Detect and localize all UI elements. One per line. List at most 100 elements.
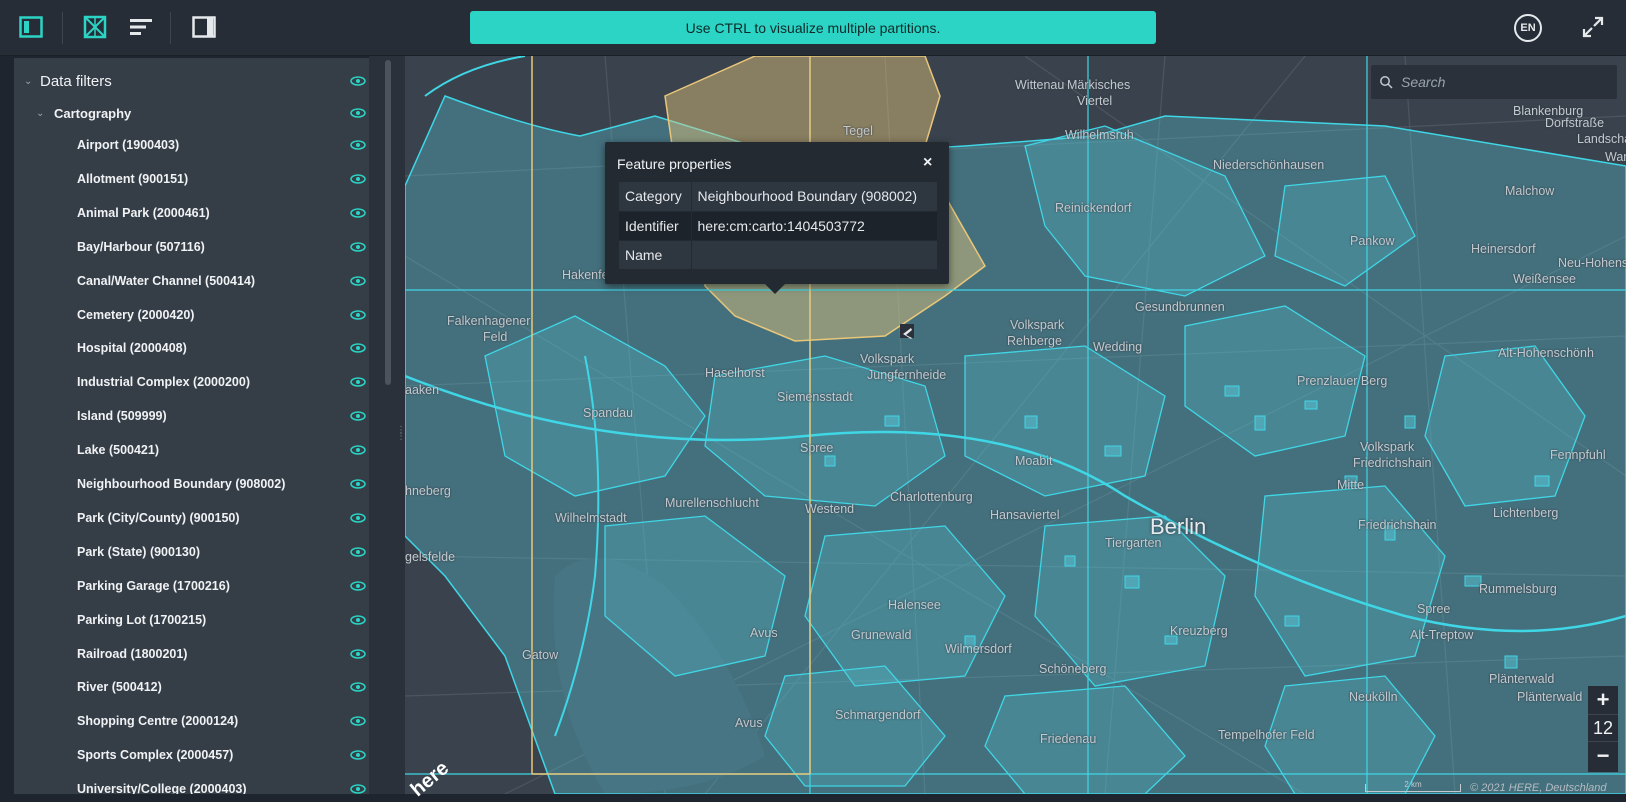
map-label: Friedenau bbox=[1040, 732, 1097, 746]
filter-item[interactable]: Neighbourhood Boundary (908002) bbox=[14, 469, 369, 499]
filter-group-cartography[interactable]: ⌄ Cartography bbox=[14, 98, 369, 128]
fullscreen-icon[interactable] bbox=[1580, 14, 1606, 40]
property-key: Category bbox=[619, 182, 692, 212]
filter-item-label: Hospital (2000408) bbox=[77, 341, 187, 356]
list-icon[interactable] bbox=[128, 14, 154, 40]
eye-icon[interactable] bbox=[350, 241, 366, 252]
data-filters-header[interactable]: ⌄ Data filters bbox=[14, 66, 369, 96]
map-label: Viertel bbox=[1077, 94, 1113, 108]
resize-handle-icon[interactable]: ⋮ ⋮ bbox=[396, 426, 406, 446]
popup-title: Feature properties bbox=[617, 156, 732, 172]
map-label: Lichtenberg bbox=[1493, 506, 1559, 520]
filter-item[interactable]: Sports Complex (2000457) bbox=[14, 740, 369, 770]
panel-right-icon[interactable] bbox=[191, 14, 217, 40]
map-label: Gatow bbox=[522, 648, 559, 662]
chevron-down-icon[interactable]: ⌄ bbox=[36, 108, 44, 119]
eye-icon[interactable] bbox=[350, 108, 366, 118]
filter-item-label: Canal/Water Channel (500414) bbox=[77, 273, 256, 288]
search-input[interactable] bbox=[1401, 74, 1601, 90]
language-button[interactable]: EN bbox=[1514, 14, 1542, 42]
eye-icon[interactable] bbox=[350, 445, 366, 455]
map-label: Plänterwald bbox=[1517, 690, 1583, 704]
map-label: aaken bbox=[405, 383, 440, 397]
search-box[interactable] bbox=[1371, 65, 1617, 99]
map-canvas[interactable] bbox=[405, 56, 1626, 794]
close-icon[interactable]: × bbox=[923, 154, 932, 172]
filter-item[interactable]: Airport (1900403) bbox=[14, 130, 369, 160]
eye-icon[interactable] bbox=[350, 309, 366, 320]
map-label: Niederschönhausen bbox=[1213, 158, 1325, 172]
filter-item[interactable]: Lake (500421) bbox=[14, 435, 369, 465]
map-label: Falkenhagener bbox=[447, 314, 531, 328]
map-label: Weißensee bbox=[1513, 272, 1576, 286]
map-label: Moabit bbox=[1015, 454, 1053, 468]
eye-icon[interactable] bbox=[350, 377, 366, 388]
chevron-down-icon[interactable]: ⌄ bbox=[24, 76, 32, 87]
filter-item[interactable]: Canal/Water Channel (500414) bbox=[14, 266, 369, 296]
zoom-out-button[interactable]: − bbox=[1588, 742, 1618, 770]
map-label: Neu-Hohenschö bbox=[1558, 256, 1626, 270]
eye-icon[interactable] bbox=[350, 275, 366, 286]
zoom-in-button[interactable]: + bbox=[1588, 686, 1618, 714]
filter-item[interactable]: Railroad (1800201) bbox=[14, 639, 369, 669]
info-banner: Use CTRL to visualize multiple partition… bbox=[470, 11, 1156, 44]
map-label: Feld bbox=[483, 330, 508, 344]
filter-item[interactable]: University/College (2000403) bbox=[14, 774, 369, 794]
filter-item-label: Lake (500421) bbox=[77, 443, 160, 458]
filter-item[interactable]: Park (State) (900130) bbox=[14, 537, 369, 567]
filter-item-label: Bay/Harbour (507116) bbox=[77, 239, 205, 254]
eye-icon[interactable] bbox=[350, 208, 366, 218]
partition-grid-icon[interactable] bbox=[82, 14, 108, 40]
eye-icon[interactable] bbox=[350, 716, 366, 727]
filter-item[interactable]: Parking Garage (1700216) bbox=[14, 571, 369, 601]
property-key: Name bbox=[619, 240, 692, 270]
map-label: Spree bbox=[1417, 602, 1451, 616]
filter-item-label: Park (State) (900130) bbox=[77, 544, 200, 559]
filter-item[interactable]: River (500412) bbox=[14, 672, 369, 702]
map-label: Wilmersdorf bbox=[945, 642, 1012, 656]
filter-item[interactable]: Allotment (900151) bbox=[14, 164, 369, 194]
eye-icon[interactable] bbox=[350, 479, 366, 489]
filter-item-label: Parking Garage (1700216) bbox=[77, 578, 230, 593]
eye-icon[interactable] bbox=[350, 750, 366, 760]
filter-item[interactable]: Shopping Centre (2000124) bbox=[14, 706, 369, 736]
eye-icon[interactable] bbox=[350, 513, 366, 523]
eye-icon[interactable] bbox=[350, 784, 366, 794]
eye-icon[interactable] bbox=[350, 411, 366, 421]
map-label: Schmargendorf bbox=[835, 708, 921, 722]
property-value: here:cm:carto:1404503772 bbox=[691, 211, 937, 241]
table-row: Name bbox=[619, 240, 937, 270]
filter-item[interactable]: Industrial Complex (2000200) bbox=[14, 367, 369, 397]
map-label: Volkspark bbox=[860, 352, 915, 366]
data-filters-title: Data filters bbox=[40, 72, 112, 90]
eye-icon[interactable] bbox=[350, 614, 366, 625]
map-label: Landschaftsp bbox=[1577, 132, 1626, 146]
map-label: Heinersdorf bbox=[1471, 242, 1536, 256]
filter-item-label: Airport (1900403) bbox=[77, 138, 180, 152]
filter-item[interactable]: Bay/Harbour (507116) bbox=[14, 232, 369, 262]
table-row: Identifier here:cm:carto:1404503772 bbox=[619, 211, 937, 241]
map-label: Volkspark bbox=[1360, 440, 1415, 454]
eye-icon[interactable] bbox=[350, 648, 366, 659]
eye-icon[interactable] bbox=[350, 343, 366, 354]
filter-item[interactable]: Cemetery (2000420) bbox=[14, 300, 369, 330]
copyright-text: © 2021 HERE, Deutschland bbox=[1470, 782, 1607, 794]
eye-icon[interactable] bbox=[350, 682, 366, 693]
map-label: Jungfernheide bbox=[867, 368, 947, 382]
sidebar-toggle-icon[interactable] bbox=[18, 14, 44, 40]
filter-item[interactable]: Hospital (2000408) bbox=[14, 333, 369, 363]
eye-icon[interactable] bbox=[350, 174, 366, 184]
eye-icon[interactable] bbox=[350, 580, 366, 591]
map-view[interactable]: Wittenau Märkisches Viertel Tegel Wilhelmsru… bbox=[405, 56, 1626, 794]
eye-icon[interactable] bbox=[350, 76, 366, 86]
filter-item[interactable]: Parking Lot (1700215) bbox=[14, 605, 369, 635]
map-label: Grunewald bbox=[851, 628, 912, 642]
sidebar-scrollbar[interactable] bbox=[385, 60, 391, 385]
filter-item[interactable]: Island (509999) bbox=[14, 401, 369, 431]
filter-item[interactable]: Animal Park (2000461) bbox=[14, 198, 369, 228]
filter-item[interactable]: Park (City/County) (900150) bbox=[14, 503, 369, 533]
eye-icon[interactable] bbox=[350, 140, 366, 150]
toolbar-divider bbox=[170, 12, 171, 44]
eye-icon[interactable] bbox=[350, 547, 366, 557]
map-label: Wedding bbox=[1093, 340, 1143, 354]
